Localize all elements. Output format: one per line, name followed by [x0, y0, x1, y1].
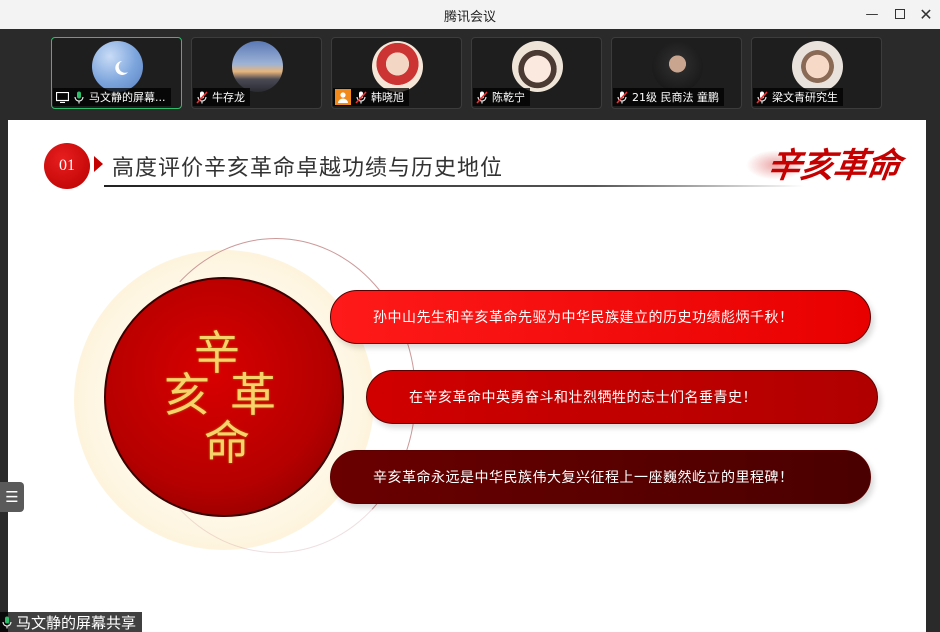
screen-share-icon [55, 90, 69, 104]
name-bar: 21级 民商法 童鹏 [613, 88, 724, 106]
avatar [92, 41, 143, 92]
avatar [232, 41, 283, 92]
participant-name: 牛存龙 [212, 91, 245, 104]
maximize-icon [895, 9, 905, 19]
shared-screen-area: 01 高度评价辛亥革命卓越功绩与历史地位 辛亥革命 辛 亥 革 命 孙中山先生和… [0, 117, 940, 632]
avatar [372, 41, 423, 92]
side-list-button[interactable]: ☰ [0, 482, 24, 512]
point-pill-3: 辛亥革命永远是中华民族伟大复兴征程上一座巍然屹立的里程碑！ [330, 450, 871, 504]
share-label-text: 马文静的屏幕共享 [16, 613, 137, 632]
microphone-muted-icon [755, 90, 769, 104]
name-bar: 陈乾宁 [473, 88, 530, 106]
avatar [512, 41, 563, 92]
title-underline [104, 185, 804, 187]
participant-tile-1[interactable]: 马文静的屏幕... [51, 37, 182, 109]
brand-calligraphy: 辛亥革命 [764, 146, 903, 186]
avatar [792, 41, 843, 92]
microphone-on-icon [72, 90, 86, 104]
participant-name: 梁文青研究生 [772, 91, 838, 104]
emblem-circle: 辛 亥 革 命 [104, 277, 344, 517]
emblem-char: 命 [204, 416, 250, 470]
name-bar: 韩晓旭 [333, 88, 409, 106]
name-bar: 牛存龙 [193, 88, 250, 106]
maximize-button[interactable] [886, 2, 914, 26]
screen-share-label: 马文静的屏幕共享 [0, 612, 143, 632]
host-badge-icon [335, 89, 351, 105]
name-bar: 梁文青研究生 [753, 88, 843, 106]
microphone-muted-icon [354, 90, 368, 104]
name-bar: 马文静的屏幕... [53, 88, 171, 106]
participant-tile-4[interactable]: 陈乾宁 [471, 37, 602, 109]
section-arrow-icon [94, 156, 103, 172]
participant-strip: 马文静的屏幕... 牛存龙 韩晓旭 陈乾宁 21级 民商法 童鹏 梁文青研究生 [0, 29, 940, 117]
microphone-on-icon [0, 615, 14, 629]
moon-icon [115, 61, 128, 75]
participant-tile-6[interactable]: 梁文青研究生 [751, 37, 882, 109]
title-bar: 腾讯会议 — ✕ [0, 0, 940, 29]
microphone-muted-icon [475, 90, 489, 104]
participant-name: 21级 民商法 童鹏 [632, 91, 719, 104]
avatar [652, 41, 703, 92]
minimize-button[interactable]: — [858, 2, 886, 26]
point-pill-1: 孙中山先生和辛亥革命先驱为中华民族建立的历史功绩彪炳千秋！ [330, 290, 871, 344]
participant-tile-2[interactable]: 牛存龙 [191, 37, 322, 109]
microphone-muted-icon [615, 90, 629, 104]
presentation-slide: 01 高度评价辛亥革命卓越功绩与历史地位 辛亥革命 辛 亥 革 命 孙中山先生和… [8, 120, 926, 632]
section-number-badge: 01 [44, 143, 90, 189]
close-button[interactable]: ✕ [912, 2, 940, 26]
participant-tile-5[interactable]: 21级 民商法 童鹏 [611, 37, 742, 109]
section-title: 高度评价辛亥革命卓越功绩与历史地位 [112, 155, 504, 180]
window-title: 腾讯会议 [443, 10, 496, 25]
participant-name: 韩晓旭 [371, 91, 404, 104]
participant-name: 马文静的屏幕... [89, 91, 166, 104]
microphone-muted-icon [195, 90, 209, 104]
participant-name: 陈乾宁 [492, 91, 525, 104]
point-pill-2: 在辛亥革命中英勇奋斗和壮烈牺牲的志士们名垂青史！ [366, 370, 878, 424]
list-icon: ☰ [5, 488, 19, 506]
participant-tile-3[interactable]: 韩晓旭 [331, 37, 462, 109]
